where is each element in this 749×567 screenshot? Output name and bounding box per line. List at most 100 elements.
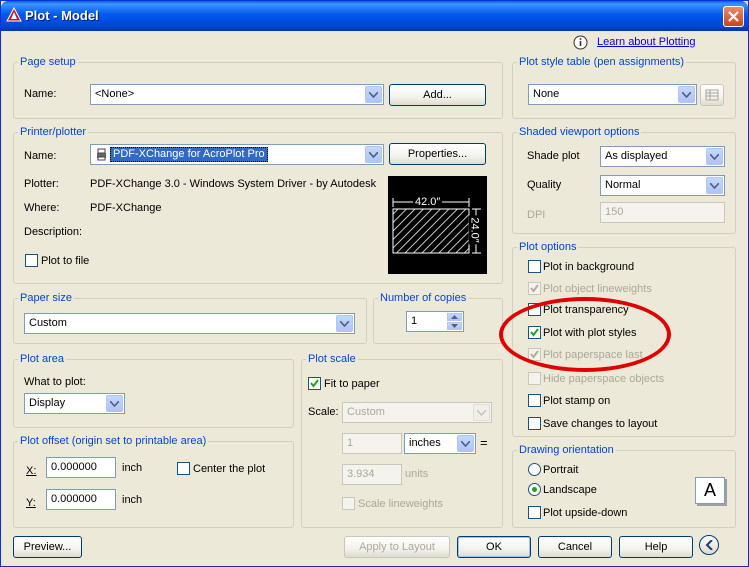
scale-equals-sign: = [480, 435, 488, 450]
plot-upside-down-checkbox[interactable] [528, 506, 541, 519]
copies-input[interactable]: 1 [406, 311, 464, 332]
printer-properties-button[interactable]: Properties... [389, 143, 486, 165]
copies-legend: Number of copies [380, 292, 467, 304]
center-the-plot-checkbox[interactable] [177, 462, 190, 475]
plot-option-checkbox[interactable] [528, 394, 541, 407]
paper-size-dropdown[interactable]: Custom [24, 313, 355, 334]
chevron-down-icon[interactable] [336, 315, 353, 332]
copies-value: 1 [411, 315, 418, 327]
plot-option-checkbox[interactable] [528, 260, 541, 273]
offset-y-value: 0.000000 [51, 493, 97, 505]
what-to-plot-dropdown[interactable]: Display [24, 393, 125, 414]
fit-to-paper-label: Fit to paper [324, 378, 380, 390]
chevron-down-icon[interactable] [706, 148, 723, 165]
plot-to-file-checkbox[interactable] [25, 254, 38, 267]
scale-unit-value: inches [409, 437, 441, 449]
shade-plot-label: Shade plot [527, 150, 580, 162]
printer-name-dropdown[interactable]: PDF-XChange for AcroPlot Pro [90, 144, 384, 165]
dpi-input[interactable]: 150 [600, 202, 725, 223]
quality-label: Quality [527, 179, 562, 191]
page-setup-name-label: Name: [24, 88, 57, 100]
checkmark-icon [530, 284, 539, 293]
collapse-options-button[interactable] [699, 535, 719, 555]
plot-option-checkbox[interactable] [528, 282, 541, 295]
fit-to-paper-checkbox[interactable] [308, 377, 321, 390]
paper-preview: 42.0″ 24.0″ [388, 176, 487, 274]
scale-denominator-input[interactable]: 3.934 [342, 464, 402, 485]
where-label: Where: [24, 202, 60, 214]
plot-option-label: Hide paperspace objects [543, 373, 665, 385]
dpi-label: DPI [527, 209, 546, 221]
shade-plot-value: As displayed [605, 150, 668, 162]
chevron-left-icon [705, 540, 713, 550]
scale-label: Scale: [308, 406, 339, 418]
chevron-down-icon[interactable] [473, 404, 490, 421]
offset-x-label: X: [26, 465, 37, 477]
scale-lineweights-checkbox[interactable] [342, 497, 355, 510]
printer-icon [97, 148, 106, 161]
scale-dropdown[interactable]: Custom [342, 402, 492, 423]
portrait-radio[interactable] [528, 463, 541, 476]
preview-button[interactable]: Preview... [13, 536, 82, 558]
scale-unit-dropdown[interactable]: inches [404, 433, 476, 454]
red-highlight-ellipse [499, 297, 671, 372]
checkmark-icon [310, 379, 319, 388]
offset-y-label: Y: [26, 497, 36, 509]
printer-name-label: Name: [24, 150, 57, 162]
plot-option-label: Plot object lineweights [543, 283, 652, 295]
landscape-radio[interactable] [528, 483, 541, 496]
chevron-up-icon [451, 315, 458, 319]
plot-offset-group: Plot offset (origin set to printable are… [13, 435, 294, 528]
plot-option-label: Save changes to layout [543, 418, 658, 430]
preview-height-label: 24.0″ [468, 215, 481, 245]
add-page-setup-button[interactable]: Add... [389, 84, 486, 106]
landscape-label: Landscape [543, 484, 597, 496]
edit-plot-style-button[interactable] [700, 84, 724, 106]
printer-plotter-legend: Printer/plotter [20, 126, 87, 138]
what-to-plot-value: Display [29, 397, 66, 409]
chevron-down-icon[interactable] [365, 86, 382, 103]
description-label: Description: [24, 226, 83, 238]
chevron-down-icon[interactable] [678, 86, 695, 103]
edit-table-icon [705, 89, 719, 101]
chevron-down-icon[interactable] [365, 146, 382, 163]
copies-decrement-button[interactable] [447, 322, 462, 330]
page-setup-name-value: <None> [95, 88, 135, 100]
scale-value: Custom [347, 406, 385, 418]
plot-style-table-legend: Plot style table (pen assignments) [519, 56, 685, 68]
shaded-viewport-legend: Shaded viewport options [519, 126, 640, 138]
plot-option-label: Plot in background [543, 261, 635, 273]
chevron-down-icon[interactable] [457, 435, 474, 452]
plot-option-checkbox[interactable] [528, 372, 541, 385]
quality-dropdown[interactable]: Normal [600, 175, 725, 196]
chevron-down-icon[interactable] [106, 395, 123, 412]
plot-area-group: Plot area [13, 353, 294, 428]
offset-x-input[interactable]: 0.000000 [46, 457, 116, 478]
chevron-down-icon[interactable] [706, 177, 723, 194]
plot-option-checkbox[interactable] [528, 417, 541, 430]
paper-size-value: Custom [29, 317, 67, 329]
plot-area-legend: Plot area [20, 353, 65, 365]
help-button[interactable]: Help [619, 536, 693, 558]
shade-plot-dropdown[interactable]: As displayed [600, 146, 725, 167]
plot-style-table-dropdown[interactable]: None [528, 84, 697, 105]
plot-options-legend: Plot options [519, 241, 577, 253]
ok-button[interactable]: OK [457, 536, 531, 558]
title-bar[interactable]: Plot - Model [1, 1, 748, 31]
close-button[interactable] [723, 6, 744, 27]
scale-numerator-input[interactable]: 1 [342, 433, 402, 454]
quality-value: Normal [605, 179, 641, 191]
copies-increment-button[interactable] [447, 313, 462, 321]
page-setup-name-dropdown[interactable]: <None> [90, 84, 384, 105]
info-icon [573, 35, 588, 50]
plotter-value: PDF-XChange 3.0 - Windows System Driver … [90, 178, 377, 190]
scale-lineweights-label: Scale lineweights [358, 498, 443, 510]
learn-about-plotting-link[interactable]: Learn about Plotting [597, 36, 695, 48]
apply-to-layout-button[interactable]: Apply to Layout [344, 536, 450, 558]
close-icon [728, 11, 739, 22]
printer-name-value: PDF-XChange for AcroPlot Pro [110, 147, 268, 162]
drawing-orientation-legend: Drawing orientation [519, 444, 614, 456]
scale-numerator-value: 1 [347, 437, 354, 449]
offset-y-input[interactable]: 0.000000 [46, 489, 116, 510]
cancel-button[interactable]: Cancel [538, 536, 612, 558]
